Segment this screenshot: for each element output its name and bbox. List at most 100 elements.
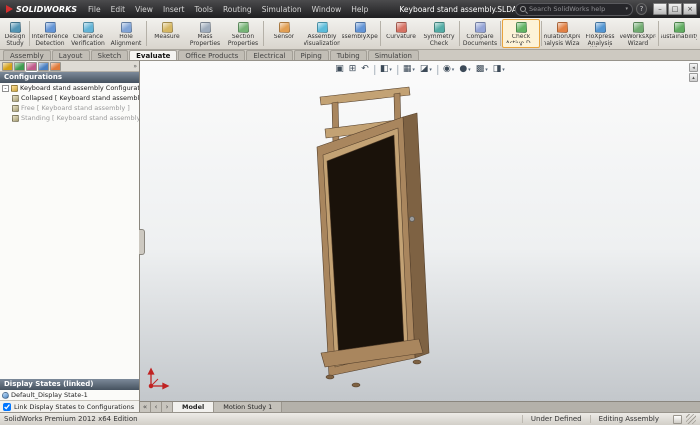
tab-model[interactable]: Model bbox=[173, 402, 214, 412]
tab-office-products[interactable]: Office Products bbox=[178, 50, 245, 60]
dropdown-arrow-icon[interactable]: ▾ bbox=[485, 67, 488, 73]
minimize-button[interactable]: – bbox=[653, 3, 667, 15]
assembly-visualization-button[interactable]: Assembly Visualization bbox=[303, 19, 341, 48]
dropdown-arrow-icon[interactable]: ▾ bbox=[412, 67, 415, 73]
measure-button[interactable]: Measure bbox=[148, 19, 186, 48]
ribbon-tool-label: Symmetry Check bbox=[421, 34, 457, 47]
link-display-states-checkbox[interactable] bbox=[3, 403, 11, 411]
expand-view-icon[interactable]: ▴ bbox=[689, 73, 698, 82]
feature-manager-tab[interactable] bbox=[2, 62, 13, 71]
configuration-item[interactable]: Standing [ Keyboard stand assembly ] bbox=[0, 113, 139, 123]
hole-alignment-button[interactable]: Hole Alignment bbox=[107, 19, 145, 48]
search-box[interactable]: ▾ bbox=[515, 3, 633, 16]
configuration-item[interactable]: Free [ Keyboard stand assembly ] bbox=[0, 103, 139, 113]
section-properties-button[interactable]: Section Properties bbox=[224, 19, 262, 48]
tab-scroll-icon[interactable]: ‹ bbox=[151, 402, 162, 412]
main-area: » Configurations - Keyboard stand assemb… bbox=[0, 61, 700, 412]
menu-tools[interactable]: Tools bbox=[189, 5, 217, 14]
clearance-verification-icon bbox=[83, 22, 94, 33]
search-dropdown-icon[interactable]: ▾ bbox=[626, 6, 629, 12]
curvature-icon bbox=[396, 22, 407, 33]
panel-splitter-handle[interactable] bbox=[139, 229, 145, 255]
symmetry-check-button[interactable]: Symmetry Check bbox=[420, 19, 458, 48]
dropdown-arrow-icon[interactable]: ▾ bbox=[452, 67, 455, 73]
zoom-fit-icon[interactable]: ▣ bbox=[333, 63, 346, 76]
configuration-label: Collapsed [ Keyboard stand assembly ] bbox=[21, 94, 139, 102]
help-button[interactable]: ? bbox=[636, 3, 647, 15]
configuration-manager-tab[interactable] bbox=[26, 62, 37, 71]
measure-icon bbox=[162, 22, 173, 33]
mass-properties-button[interactable]: Mass Properties bbox=[186, 19, 224, 48]
ribbon-tool-label: Assembly Visualization bbox=[303, 34, 341, 47]
section-properties-icon bbox=[238, 22, 249, 33]
dropdown-arrow-icon[interactable]: ▾ bbox=[389, 67, 392, 73]
menu-edit[interactable]: Edit bbox=[106, 5, 131, 14]
configuration-item[interactable]: Collapsed [ Keyboard stand assembly ] bbox=[0, 93, 139, 103]
dimxpert-manager-tab[interactable] bbox=[38, 62, 49, 71]
tab-electrical[interactable]: Electrical bbox=[246, 50, 292, 60]
apply-scene-icon[interactable]: ▩▾ bbox=[474, 63, 490, 76]
tab-simulation[interactable]: Simulation bbox=[368, 50, 419, 60]
clearance-verification-button[interactable]: Clearance Verification bbox=[69, 19, 107, 48]
symmetry-check-icon bbox=[434, 22, 445, 33]
tab-tubing[interactable]: Tubing bbox=[330, 50, 367, 60]
tab-sketch[interactable]: Sketch bbox=[91, 50, 129, 60]
sustainability-button[interactable]: Sustainability bbox=[660, 19, 698, 48]
configuration-root-icon bbox=[11, 85, 18, 92]
view-settings-icon[interactable]: ◨▾ bbox=[491, 63, 507, 76]
menu-insert[interactable]: Insert bbox=[158, 5, 190, 14]
search-input[interactable] bbox=[529, 5, 622, 13]
curvature-button[interactable]: Curvature bbox=[382, 19, 420, 48]
panel-more-icon[interactable]: » bbox=[133, 63, 137, 70]
dropdown-arrow-icon[interactable]: ▾ bbox=[468, 67, 471, 73]
dropdown-arrow-icon[interactable]: ▾ bbox=[429, 67, 432, 73]
menu-help[interactable]: Help bbox=[346, 5, 373, 14]
close-button[interactable]: × bbox=[683, 3, 697, 15]
menu-window[interactable]: Window bbox=[307, 5, 347, 14]
display-style-icon[interactable]: ◪▾ bbox=[418, 63, 434, 76]
menu-simulation[interactable]: Simulation bbox=[257, 5, 307, 14]
configuration-icon bbox=[12, 95, 19, 102]
simulationxpress-analysis-wizard-button[interactable]: SimulationXpress Analysis Wizard bbox=[543, 19, 581, 48]
maximize-button[interactable]: □ bbox=[668, 3, 682, 15]
custom-properties-icon[interactable] bbox=[673, 415, 682, 424]
menu-file[interactable]: File bbox=[83, 5, 106, 14]
display-state-item[interactable]: Default_Display State-1 bbox=[0, 390, 139, 400]
floxpress-analysis-wizard-button[interactable]: FloXpress Analysis Wizard bbox=[581, 19, 619, 48]
property-manager-tab[interactable] bbox=[14, 62, 25, 71]
edit-appearance-icon[interactable]: ●▾ bbox=[457, 63, 472, 76]
dropdown-arrow-icon[interactable]: ▾ bbox=[520, 43, 523, 47]
design-study-button[interactable]: Design Study bbox=[2, 19, 28, 48]
section-view-icon[interactable]: ◧▾ bbox=[378, 63, 394, 76]
keyboard-stand-model[interactable] bbox=[290, 79, 460, 399]
tree-empty-space[interactable] bbox=[0, 123, 139, 379]
tab-layout[interactable]: Layout bbox=[52, 50, 90, 60]
interference-detection-button[interactable]: Interference Detection bbox=[31, 19, 69, 48]
graphics-viewport[interactable]: ▣⊞↶◧▾▦▾◪▾◉▾●▾▩▾◨▾ ◂▴ bbox=[140, 61, 700, 401]
check-active-d-button[interactable]: Check Active D...▾ bbox=[502, 19, 540, 48]
tab-evaluate[interactable]: Evaluate bbox=[129, 50, 177, 60]
resize-grip[interactable] bbox=[686, 414, 696, 424]
interference-detection-icon bbox=[45, 22, 56, 33]
zoom-area-icon[interactable]: ⊞ bbox=[347, 63, 359, 76]
tab-piping[interactable]: Piping bbox=[294, 50, 329, 60]
tab-scroll-icon[interactable]: › bbox=[162, 402, 173, 412]
collapse-expander-icon[interactable]: - bbox=[2, 85, 9, 92]
view-orientation-icon[interactable]: ▦▾ bbox=[401, 63, 417, 76]
tab-scroll-icon[interactable]: « bbox=[140, 402, 151, 412]
hide-show-icon[interactable]: ◉▾ bbox=[441, 63, 456, 76]
driveworksxpress-wizard-button[interactable]: DriveWorksXpress Wizard bbox=[619, 19, 657, 48]
menu-routing[interactable]: Routing bbox=[218, 5, 257, 14]
assemblyxpert-button[interactable]: AssemblyXpert bbox=[341, 19, 379, 48]
display-manager-tab[interactable] bbox=[50, 62, 61, 71]
apply-scene-icon: ▩ bbox=[476, 63, 485, 76]
previous-view-icon[interactable]: ↶ bbox=[359, 63, 371, 76]
tab-assembly[interactable]: Assembly bbox=[3, 50, 51, 60]
dropdown-arrow-icon[interactable]: ▾ bbox=[502, 67, 505, 73]
compare-documents-button[interactable]: Compare Documents bbox=[461, 19, 499, 48]
menu-view[interactable]: View bbox=[130, 5, 158, 14]
collapse-panel-icon[interactable]: ◂ bbox=[689, 63, 698, 72]
tab-motion-study-1[interactable]: Motion Study 1 bbox=[214, 402, 282, 412]
configuration-root-row[interactable]: - Keyboard stand assembly Configuration(… bbox=[0, 83, 139, 93]
sensor-button[interactable]: Sensor bbox=[265, 19, 303, 48]
